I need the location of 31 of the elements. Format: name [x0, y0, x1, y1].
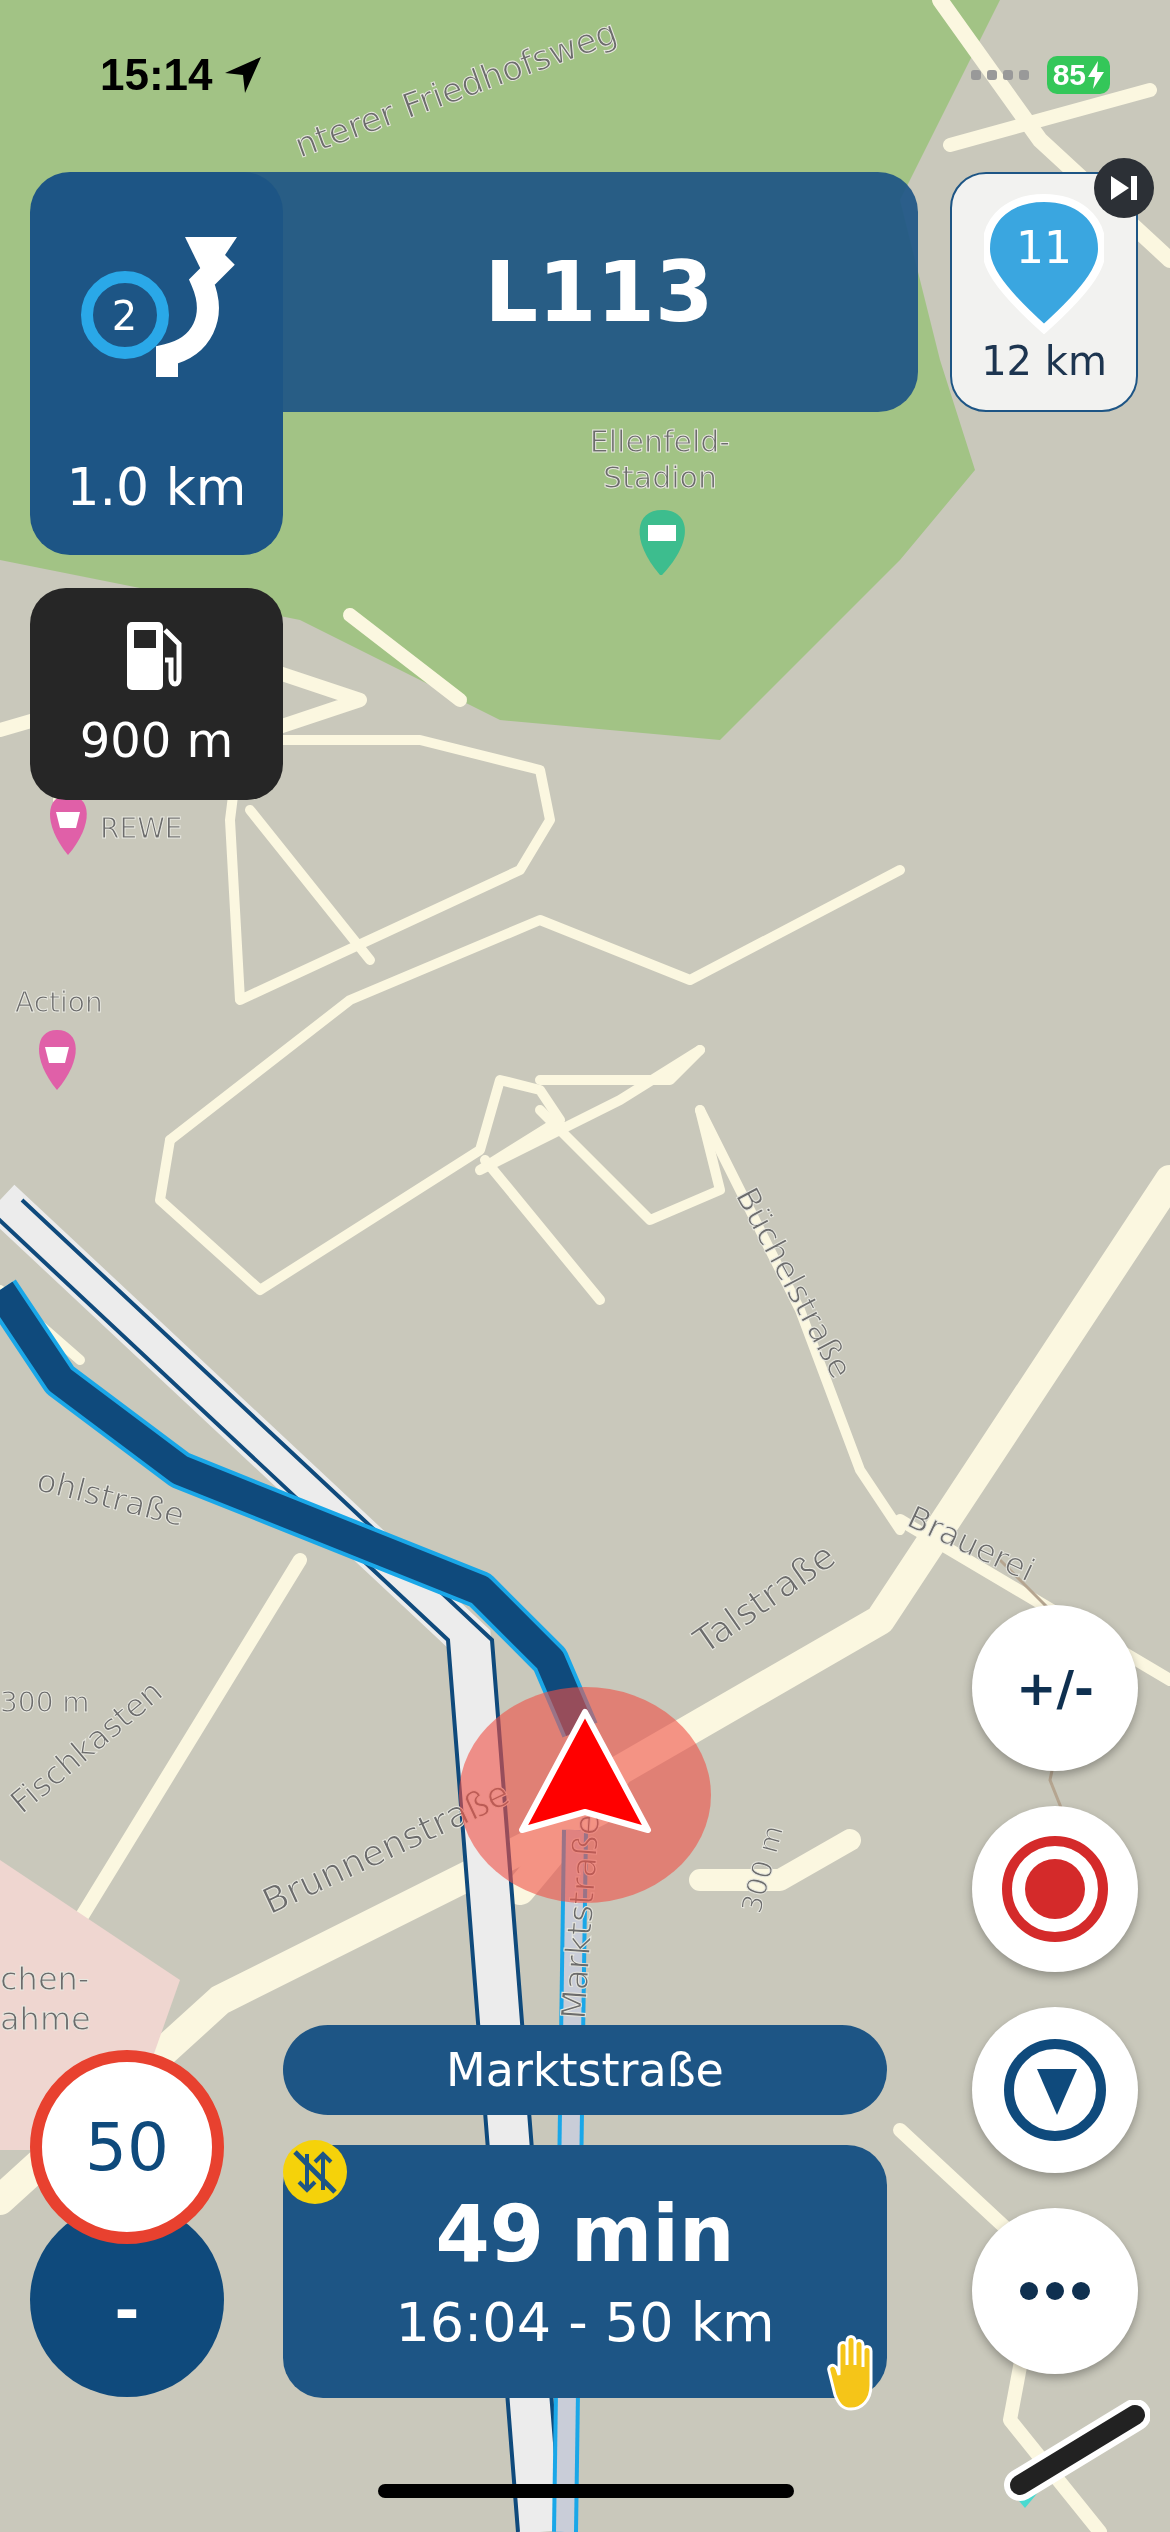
no-lane-change-icon	[283, 2140, 347, 2204]
waypoint-number: 11	[1015, 222, 1073, 273]
map-label: REWE	[100, 812, 183, 845]
eta-panel[interactable]: 49 min 16:04 - 50 km	[283, 2145, 887, 2398]
next-stop-card[interactable]: 11 12 km	[950, 172, 1138, 412]
more-icon	[1019, 2281, 1091, 2301]
map-label: Ellenfeld-	[589, 424, 731, 459]
arrival-time-distance: 16:04 - 50 km	[395, 2291, 775, 2354]
fuel-station-panel[interactable]: 900 m	[30, 588, 283, 800]
skip-icon	[1109, 174, 1139, 202]
signal-icon	[970, 68, 1031, 82]
map-label: Action	[15, 986, 103, 1019]
maneuver-distance: 1.0 km	[66, 457, 247, 517]
charging-bolt-icon	[1088, 61, 1104, 89]
record-icon	[1000, 1834, 1110, 1944]
stadium-marker-icon[interactable]	[639, 510, 685, 575]
map-label: chen-	[0, 1960, 90, 1998]
compass-icon	[1002, 2037, 1108, 2143]
map-label: ahme	[0, 2000, 91, 2038]
next-stop-distance: 12 km	[981, 338, 1107, 384]
waypoint-pin-icon	[984, 194, 1104, 334]
map-label: Stadion	[603, 460, 717, 495]
map-label: ohlstraße	[33, 1460, 189, 1535]
status-time: 15:14	[100, 50, 213, 100]
shop-marker-icon[interactable]	[39, 1030, 76, 1090]
remaining-time: 49 min	[435, 2189, 735, 2279]
map-label: 300 m	[734, 1821, 790, 1917]
map-label: Marktstraße	[553, 1812, 608, 2021]
fuel-distance: 900 m	[79, 712, 234, 768]
current-street-name: Marktstraße	[283, 2025, 887, 2115]
battery-level: 85	[1046, 56, 1110, 94]
